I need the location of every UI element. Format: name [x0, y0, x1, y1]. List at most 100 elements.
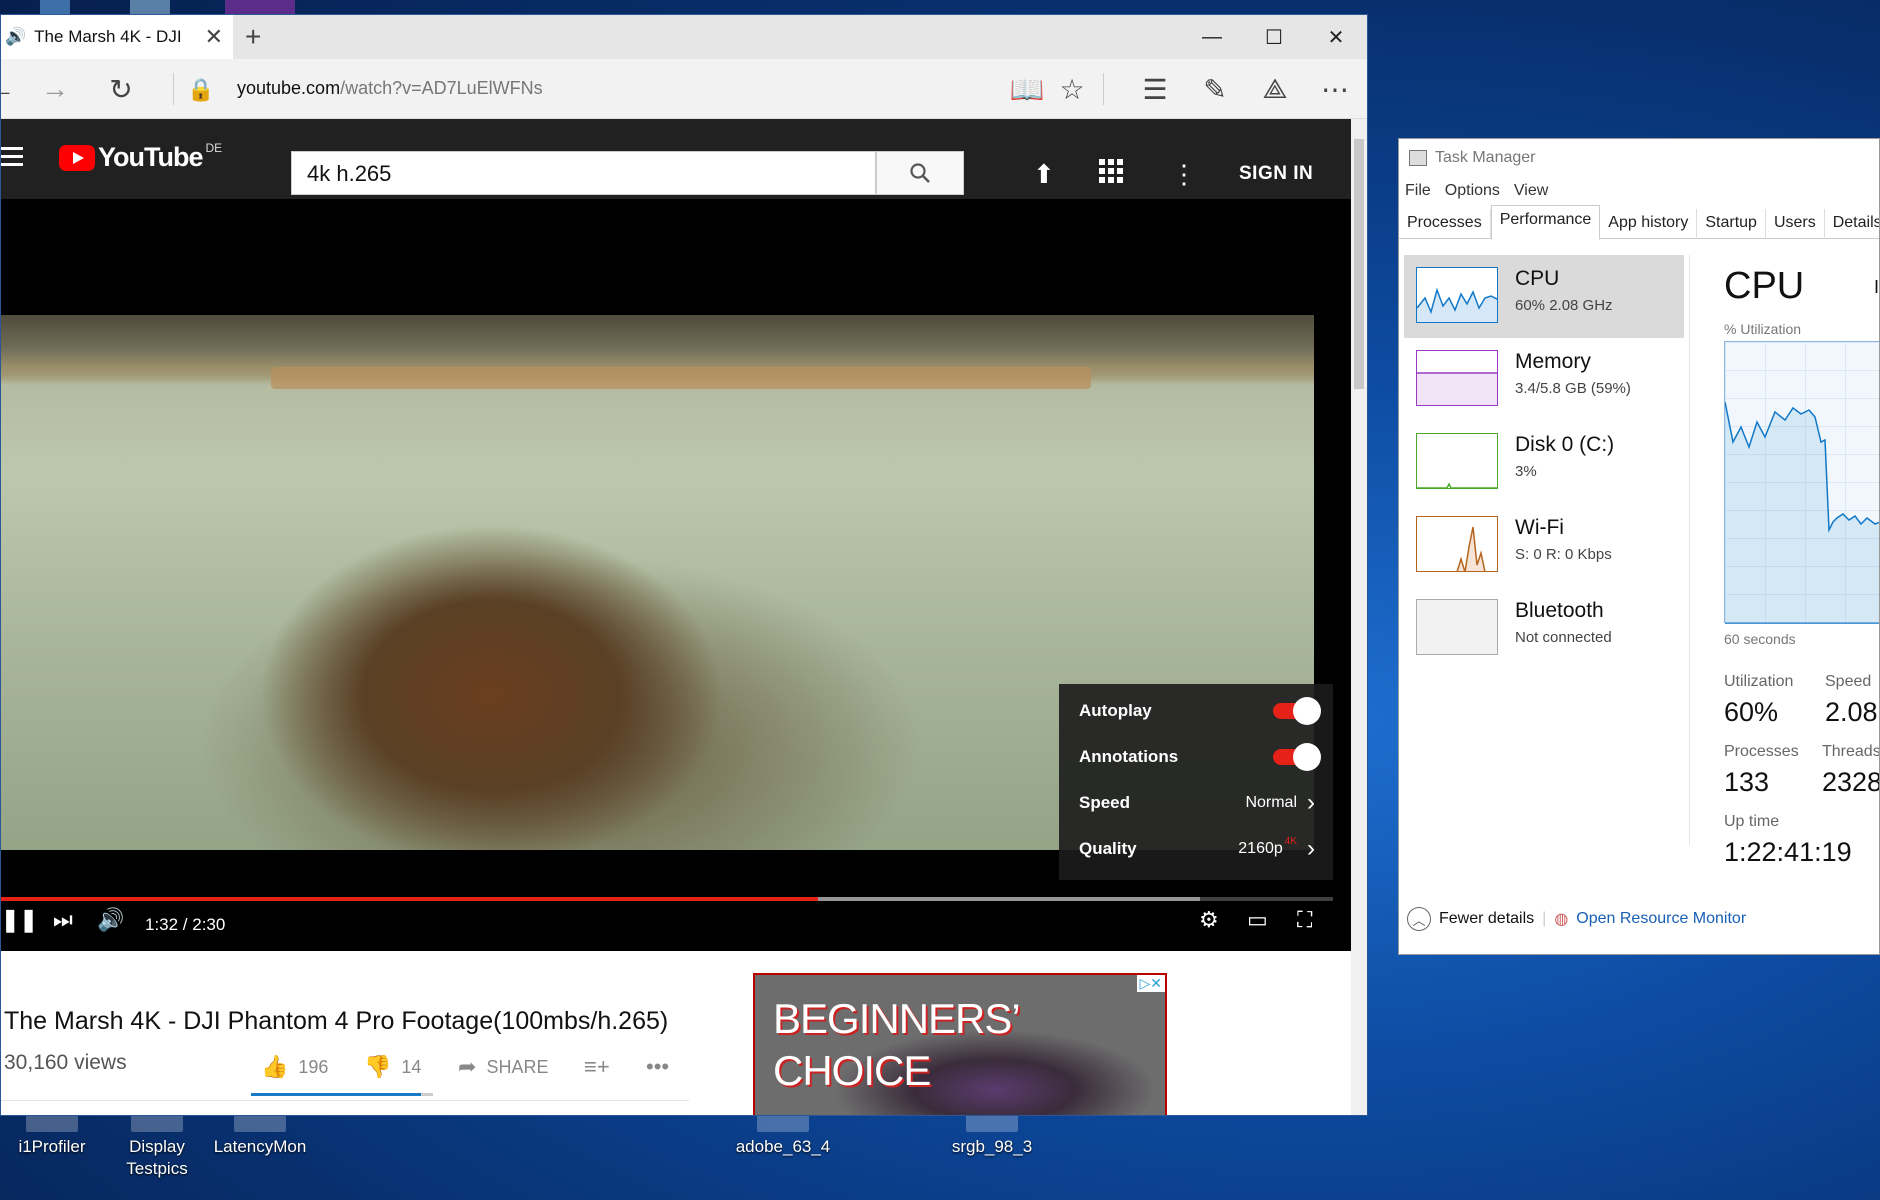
volume-icon[interactable]: 🔊 — [97, 907, 124, 933]
refresh-icon[interactable]: ↻ — [103, 73, 139, 106]
desktop-icon-display-testpics[interactable]: Display Testpics — [102, 1112, 212, 1180]
favorite-star-icon[interactable]: ☆ — [1054, 73, 1090, 106]
more-icon[interactable]: ⋯ — [1317, 73, 1353, 106]
chevron-right-icon: › — [1307, 835, 1315, 862]
like-button[interactable]: 👍 196 — [261, 1054, 328, 1080]
tm-titlebar: Task Manager — [1409, 149, 1536, 167]
menu-icon[interactable] — [1, 147, 23, 171]
share-icon[interactable]: ⟁ — [1257, 73, 1293, 106]
tab-startup[interactable]: Startup — [1697, 209, 1766, 239]
tab-app-history[interactable]: App history — [1600, 209, 1698, 239]
page-scrollbar[interactable] — [1351, 119, 1367, 1115]
resource-list: CPU 60% 2.08 GHz Memory 3.4/5.8 GB (59%)… — [1404, 255, 1684, 670]
fullscreen-icon[interactable]: ⛶ — [1297, 907, 1312, 933]
resource-disk[interactable]: Disk 0 (C:) 3% — [1404, 421, 1684, 504]
pause-icon[interactable]: ❚❚ — [1, 907, 38, 933]
desktop-icon-adobe[interactable]: adobe_63_4 — [728, 1112, 838, 1158]
web-note-icon[interactable]: ✎ — [1197, 73, 1233, 106]
settings-gear-icon[interactable]: ⚙ — [1199, 907, 1219, 933]
tab-details[interactable]: Details — [1825, 209, 1879, 239]
next-icon[interactable]: ⏭ — [53, 907, 73, 933]
address-bar: ← → ↻ 🔒 youtube.com/watch?v=AD7LuElWFNs … — [1, 59, 1367, 119]
apps-grid-icon[interactable] — [1099, 159, 1123, 190]
threads-label: Threads — [1822, 743, 1880, 760]
annotations-row[interactable]: Annotations — [1079, 734, 1321, 780]
tab-processes[interactable]: Processes — [1399, 209, 1491, 239]
autoplay-row[interactable]: Autoplay — [1079, 688, 1321, 734]
view-count: 30,160 views — [4, 1051, 127, 1074]
hub-icon[interactable]: ☰ — [1137, 73, 1173, 106]
chevron-up-icon[interactable]: ︿ — [1407, 907, 1431, 931]
scroll-thumb[interactable] — [1354, 139, 1364, 389]
desktop-icon-i1profiler[interactable]: i1Profiler — [0, 1112, 107, 1158]
desktop-icon-srgb[interactable]: srgb_98_3 — [937, 1112, 1047, 1158]
processes-value: 133 — [1724, 767, 1770, 797]
reading-view-icon[interactable]: 📖 — [1009, 73, 1045, 106]
browser-window: 🔊 The Marsh 4K - DJI ✕ + — ☐ ✕ ← → ↻ 🔒 y… — [0, 14, 1368, 1116]
desktop-icon-label: LatencyMon — [213, 1137, 307, 1156]
menu-view[interactable]: View — [1514, 182, 1548, 200]
ad-line-1: BEGINNERS’ — [773, 995, 1021, 1042]
theater-mode-icon[interactable]: ▭ — [1247, 907, 1268, 933]
forward-arrow-icon[interactable]: → — [37, 73, 73, 105]
speed-value: Normal — [1245, 794, 1297, 811]
share-button[interactable]: ➦ SHARE — [458, 1054, 548, 1080]
utilization-value: 60% — [1724, 697, 1779, 727]
sign-in-button[interactable]: SIGN IN — [1239, 163, 1313, 185]
minimize-icon[interactable]: — — [1181, 15, 1243, 59]
more-actions-button[interactable]: ••• — [646, 1054, 669, 1080]
upload-icon[interactable]: ⬆ — [1033, 159, 1055, 190]
dislike-button[interactable]: 👎 14 — [364, 1054, 421, 1080]
tm-footer: ︿ Fewer details | ◍ Open Resource Monito… — [1407, 907, 1746, 931]
resource-wifi[interactable]: Wi-Fi S: 0 R: 0 Kbps — [1404, 504, 1684, 587]
chevron-right-icon: › — [1307, 789, 1315, 816]
tab-performance[interactable]: Performance — [1490, 205, 1601, 240]
more-vert-icon[interactable]: ⋮ — [1171, 159, 1197, 190]
wifi-sparkline — [1416, 516, 1498, 572]
open-resource-monitor-link[interactable]: Open Resource Monitor — [1576, 910, 1746, 928]
menu-file[interactable]: File — [1405, 182, 1431, 200]
quality-row[interactable]: Quality 2160p 4K › — [1079, 826, 1315, 872]
task-manager-icon — [1409, 150, 1427, 166]
resource-name: Bluetooth — [1515, 599, 1604, 622]
fewer-details-link[interactable]: Fewer details — [1439, 910, 1534, 928]
menu-options[interactable]: Options — [1445, 182, 1500, 200]
close-tab-icon[interactable]: ✕ — [205, 24, 223, 50]
resource-name: Memory — [1515, 350, 1591, 373]
search-icon — [910, 163, 930, 183]
ad-close-icon[interactable]: ▷✕ — [1136, 975, 1165, 992]
played-bar — [1, 897, 818, 901]
resource-memory[interactable]: Memory 3.4/5.8 GB (59%) — [1404, 338, 1684, 421]
youtube-header: YouTube DE 4k h.265 ⬆ ⋮ SIGN IN — [1, 119, 1353, 199]
speed-row[interactable]: Speed Normal › — [1079, 780, 1315, 826]
share-arrow-icon: ➦ — [458, 1054, 477, 1079]
url-field[interactable]: youtube.com/watch?v=AD7LuElWFNs — [237, 78, 543, 99]
new-tab-icon[interactable]: + — [245, 21, 261, 53]
video-player[interactable]: Autoplay Annotations Speed Normal › Quali… — [1, 199, 1353, 951]
speaker-icon[interactable]: 🔊 — [5, 27, 26, 47]
maximize-icon[interactable]: ☐ — [1243, 15, 1305, 59]
progress-bar[interactable] — [1, 897, 1333, 901]
browser-tab[interactable]: 🔊 The Marsh 4K - DJI ✕ — [1, 15, 233, 59]
tab-users[interactable]: Users — [1766, 209, 1825, 239]
speed-label: Speed — [1079, 793, 1131, 812]
taskbar-strip — [0, 0, 320, 14]
resource-name: Wi-Fi — [1515, 516, 1564, 539]
search-input[interactable]: 4k h.265 — [291, 151, 876, 195]
close-window-icon[interactable]: ✕ — [1305, 15, 1367, 59]
advertisement[interactable]: BEGINNERS’ CHOICE ▷✕ — [753, 973, 1167, 1115]
video-info: The Marsh 4K - DJI Phantom 4 Pro Footage… — [1, 951, 1353, 1115]
resource-cpu[interactable]: CPU 60% 2.08 GHz — [1404, 255, 1684, 338]
search-button[interactable] — [876, 151, 964, 195]
add-to-playlist-button[interactable]: ≡+ — [584, 1054, 610, 1080]
desktop-icon-latencymon[interactable]: LatencyMon — [205, 1112, 315, 1158]
annotations-toggle[interactable] — [1273, 743, 1321, 771]
playlist-add-icon: ≡+ — [584, 1054, 610, 1079]
url-host: youtube.com — [237, 78, 341, 98]
resource-bluetooth[interactable]: Bluetooth Not connected — [1404, 587, 1684, 670]
autoplay-toggle[interactable] — [1273, 697, 1321, 725]
cpu-sparkline — [1416, 267, 1498, 323]
speed-value: 2.08 — [1825, 697, 1878, 727]
youtube-logo[interactable]: YouTube DE — [59, 141, 222, 173]
back-arrow-icon[interactable]: ← — [1, 73, 19, 105]
